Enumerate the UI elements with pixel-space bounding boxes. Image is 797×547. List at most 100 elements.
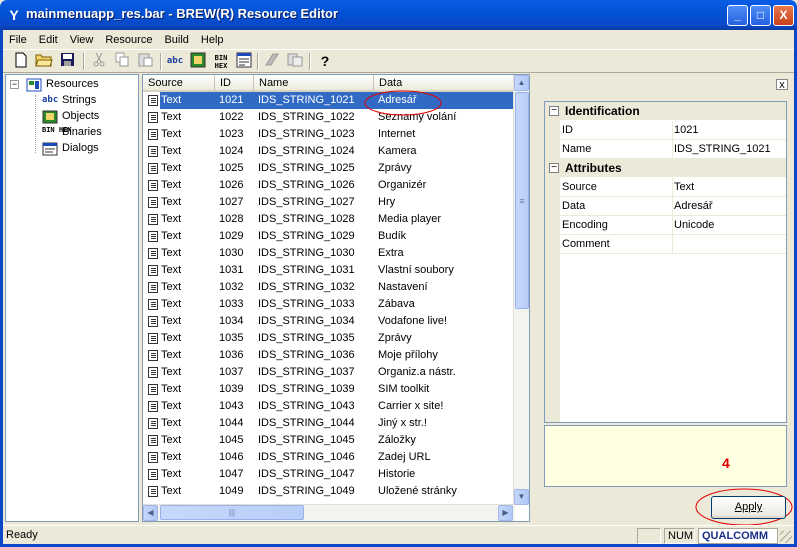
property-row-data[interactable]: Data Adresář xyxy=(545,197,786,216)
dialogs-icon xyxy=(42,142,58,155)
minimize-button[interactable]: _ xyxy=(727,5,748,26)
property-row-id[interactable]: ID 1021 xyxy=(545,121,786,140)
table-row[interactable]: Text 1043 IDS_STRING_1043 Carrier x site! xyxy=(143,398,515,415)
vertical-scroll-thumb[interactable]: ≡ xyxy=(515,92,529,309)
column-header-source[interactable]: Source xyxy=(143,75,215,92)
help-icon[interactable]: ? xyxy=(315,52,335,71)
column-header-name[interactable]: Name xyxy=(254,75,374,92)
row-id: 1029 xyxy=(219,230,244,242)
table-row[interactable]: Text 1033 IDS_STRING_1033 Zábava xyxy=(143,296,515,313)
property-value-source[interactable]: Text xyxy=(674,181,694,193)
maximize-button[interactable]: □ xyxy=(750,5,771,26)
property-row-encoding[interactable]: Encoding Unicode xyxy=(545,216,786,235)
menu-resource[interactable]: Resource xyxy=(99,34,158,46)
collapse-icon[interactable]: − xyxy=(549,163,559,173)
row-name: IDS_STRING_1026 xyxy=(258,179,355,191)
window-frame-left xyxy=(0,30,3,547)
table-row[interactable]: Text 1039 IDS_STRING_1039 SIM toolkit xyxy=(143,381,515,398)
row-name: IDS_STRING_1021 xyxy=(258,94,355,106)
table-row[interactable]: Text 1036 IDS_STRING_1036 Moje přílohy xyxy=(143,347,515,364)
title-bar[interactable]: Y mainmenuapp_res.bar - BREW(R) Resource… xyxy=(0,0,797,30)
column-header-id[interactable]: ID xyxy=(215,75,254,92)
row-name: IDS_STRING_1025 xyxy=(258,162,355,174)
paste-icon[interactable] xyxy=(135,52,155,71)
property-value-id[interactable]: 1021 xyxy=(674,124,698,136)
scroll-up-button[interactable]: ▲ xyxy=(514,75,529,91)
cut-icon[interactable] xyxy=(89,52,109,71)
new-binary-icon[interactable]: BIN HEX xyxy=(211,52,231,71)
table-row[interactable]: Text 1031 IDS_STRING_1031 Vlastní soubory xyxy=(143,262,515,279)
table-row[interactable]: Text 1021 IDS_STRING_1021 Adresář xyxy=(143,92,515,109)
menu-view[interactable]: View xyxy=(64,34,100,46)
tree-item-dialogs[interactable]: Dialogs xyxy=(42,140,99,156)
new-string-icon[interactable]: abc xyxy=(165,52,185,71)
table-row[interactable]: Text 1022 IDS_STRING_1022 Seznamy volání xyxy=(143,109,515,126)
category-attributes[interactable]: − Attributes xyxy=(545,159,786,177)
row-source: Text xyxy=(161,196,182,208)
menu-file[interactable]: File xyxy=(3,34,33,46)
row-name: IDS_STRING_1043 xyxy=(258,400,355,412)
horizontal-scroll-thumb[interactable]: ||| xyxy=(160,505,304,520)
horizontal-scrollbar[interactable]: ◀ ||| ▶ xyxy=(143,504,515,521)
table-row[interactable]: Text 1026 IDS_STRING_1026 Organizér xyxy=(143,177,515,194)
collapse-icon[interactable]: − xyxy=(549,106,559,116)
row-name: IDS_STRING_1039 xyxy=(258,383,355,395)
property-row-name[interactable]: Name IDS_STRING_1021 xyxy=(545,140,786,159)
table-row[interactable]: Text 1025 IDS_STRING_1025 Zprávy xyxy=(143,160,515,177)
new-dialog-icon[interactable] xyxy=(234,52,254,71)
tree-item-resources[interactable]: − Resources xyxy=(6,76,99,92)
copy-icon[interactable] xyxy=(112,52,132,71)
text-resource-icon xyxy=(148,282,158,293)
tree-item-objects[interactable]: Objects xyxy=(42,108,99,124)
table-row[interactable]: Text 1049 IDS_STRING_1049 Uložené stránky xyxy=(143,483,515,500)
tree-item-strings[interactable]: abc Strings xyxy=(42,92,96,108)
table-row[interactable]: Text 1047 IDS_STRING_1047 Historie xyxy=(143,466,515,483)
menu-help[interactable]: Help xyxy=(195,34,230,46)
row-name: IDS_STRING_1028 xyxy=(258,213,355,225)
property-value-name[interactable]: IDS_STRING_1021 xyxy=(674,143,771,155)
close-icon[interactable]: x xyxy=(776,79,788,91)
table-row[interactable]: Text 1024 IDS_STRING_1024 Kamera xyxy=(143,143,515,160)
table-row[interactable]: Text 1029 IDS_STRING_1029 Budík xyxy=(143,228,515,245)
scroll-left-button[interactable]: ◀ xyxy=(143,505,158,521)
vertical-scrollbar[interactable]: ▲ ≡ ▼ xyxy=(513,75,529,505)
scroll-right-button[interactable]: ▶ xyxy=(498,505,513,521)
new-file-icon[interactable] xyxy=(11,52,31,71)
table-row[interactable]: Text 1032 IDS_STRING_1032 Nastavení xyxy=(143,279,515,296)
toolbar-separator xyxy=(309,53,311,70)
table-row[interactable]: Text 1045 IDS_STRING_1045 Záložky xyxy=(143,432,515,449)
table-row[interactable]: Text 1046 IDS_STRING_1046 Zadej URL xyxy=(143,449,515,466)
compile-icon[interactable] xyxy=(262,52,282,71)
table-row[interactable]: Text 1028 IDS_STRING_1028 Media player xyxy=(143,211,515,228)
apply-button[interactable]: Apply xyxy=(711,496,786,519)
property-divider xyxy=(672,121,673,140)
menu-build[interactable]: Build xyxy=(158,34,194,46)
table-row[interactable]: Text 1035 IDS_STRING_1035 Zprávy xyxy=(143,330,515,347)
table-row[interactable]: Text 1044 IDS_STRING_1044 Jiný x str.! xyxy=(143,415,515,432)
collapse-icon[interactable]: − xyxy=(10,80,19,89)
save-icon[interactable] xyxy=(57,52,77,71)
build-icon[interactable] xyxy=(285,52,305,71)
table-row[interactable]: Text 1027 IDS_STRING_1027 Hry xyxy=(143,194,515,211)
property-value-data[interactable]: Adresář xyxy=(674,200,713,212)
property-row-source[interactable]: Source Text xyxy=(545,178,786,197)
row-source: Text xyxy=(161,434,182,446)
status-num: NUM xyxy=(664,528,695,544)
menu-edit[interactable]: Edit xyxy=(33,34,64,46)
category-identification[interactable]: − Identification xyxy=(545,102,786,120)
resize-grip[interactable] xyxy=(780,531,792,543)
scroll-down-button[interactable]: ▼ xyxy=(514,489,529,505)
table-row[interactable]: Text 1023 IDS_STRING_1023 Internet xyxy=(143,126,515,143)
tree-item-binaries[interactable]: BIN HEX Binaries xyxy=(42,124,102,140)
row-source: Text xyxy=(161,230,182,242)
property-row-comment[interactable]: Comment xyxy=(545,235,786,254)
row-data: Nastavení xyxy=(378,281,428,293)
property-value-encoding[interactable]: Unicode xyxy=(674,219,714,231)
new-object-icon[interactable] xyxy=(188,52,208,71)
table-row[interactable]: Text 1034 IDS_STRING_1034 Vodafone live! xyxy=(143,313,515,330)
table-row[interactable]: Text 1037 IDS_STRING_1037 Organiz.a nástr. xyxy=(143,364,515,381)
table-row[interactable]: Text 1030 IDS_STRING_1030 Extra xyxy=(143,245,515,262)
row-data: Media player xyxy=(378,213,441,225)
open-folder-icon[interactable] xyxy=(34,52,54,71)
close-button[interactable]: X xyxy=(773,5,794,26)
